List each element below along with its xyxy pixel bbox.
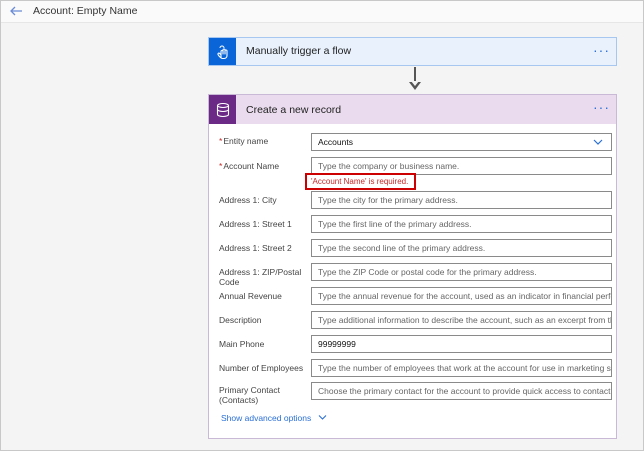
account-name-label: *Account Name	[219, 161, 280, 171]
trigger-more-button[interactable]: ···	[593, 43, 610, 57]
database-icon	[209, 95, 236, 124]
page-title: Account: Empty Name	[33, 5, 138, 17]
trigger-card[interactable]: Manually trigger a flow ···	[208, 37, 617, 66]
back-arrow-icon[interactable]	[9, 4, 23, 18]
employees-input[interactable]: Type the number of employees that work a…	[311, 359, 612, 377]
address-street2-label: Address 1: Street 2	[219, 243, 292, 253]
address-street1-input[interactable]: Type the first line of the primary addre…	[311, 215, 612, 233]
address-city-input[interactable]: Type the city for the primary address.	[311, 191, 612, 209]
show-advanced-label: Show advanced options	[221, 413, 312, 423]
main-phone-label: Main Phone	[219, 339, 265, 349]
flow-arrow-icon	[409, 81, 421, 90]
primary-contact-input[interactable]: Choose the primary contact for the accou…	[311, 382, 612, 400]
address-street2-input[interactable]: Type the second line of the primary addr…	[311, 239, 612, 257]
action-header[interactable]: Create a new record ···	[209, 95, 616, 124]
main-phone-input[interactable]: 99999999	[311, 335, 612, 353]
address-city-label: Address 1: City	[219, 195, 277, 205]
address-zip-input[interactable]: Type the ZIP Code or postal code for the…	[311, 263, 612, 281]
description-label: Description	[219, 315, 262, 325]
trigger-label: Manually trigger a flow	[246, 45, 352, 57]
action-label: Create a new record	[246, 104, 342, 116]
employees-label: Number of Employees	[219, 363, 304, 373]
annual-revenue-label: Annual Revenue	[219, 291, 282, 301]
entity-name-value: Accounts	[318, 137, 353, 147]
app-window: Account: Empty Name Manually trigger a f…	[0, 0, 644, 451]
touch-hand-icon	[209, 38, 236, 65]
entity-name-label: *Entity name	[219, 136, 269, 146]
account-name-error: 'Account Name' is required.	[305, 173, 416, 190]
address-zip-label: Address 1: ZIP/Postal Code	[219, 267, 302, 287]
entity-name-dropdown[interactable]: Accounts	[311, 133, 612, 151]
top-bar: Account: Empty Name	[1, 1, 643, 23]
show-advanced-options-link[interactable]: Show advanced options	[221, 413, 327, 423]
action-more-button[interactable]: ···	[593, 100, 610, 114]
description-input[interactable]: Type additional information to describe …	[311, 311, 612, 329]
create-record-card: Create a new record ··· *Entity name Acc…	[208, 94, 617, 439]
chevron-down-icon	[318, 413, 327, 423]
address-street1-label: Address 1: Street 1	[219, 219, 292, 229]
chevron-down-icon	[593, 137, 603, 147]
primary-contact-label: Primary Contact (Contacts)	[219, 385, 280, 405]
annual-revenue-input[interactable]: Type the annual revenue for the account,…	[311, 287, 612, 305]
